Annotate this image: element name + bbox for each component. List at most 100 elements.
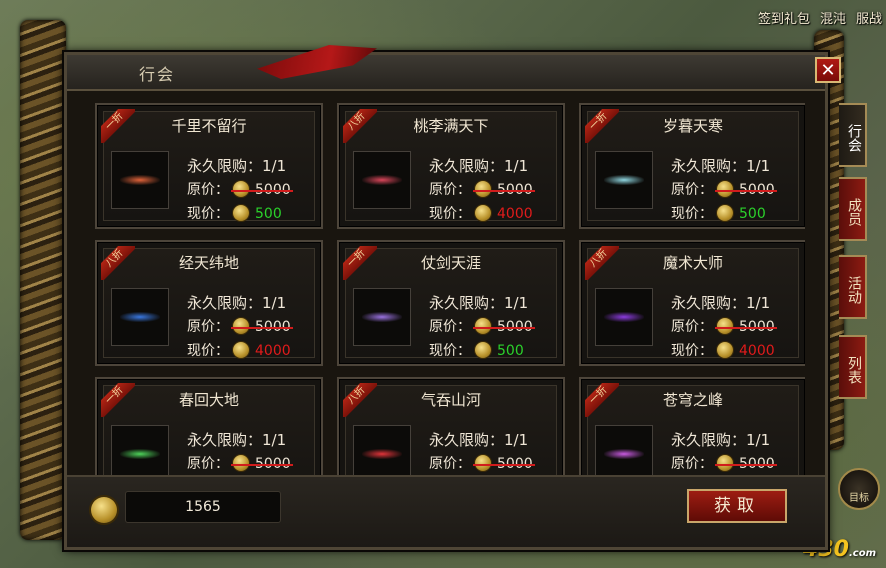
original-price-value: 5000	[497, 456, 533, 472]
shop-card[interactable]: 一折 苍穹之峰 永久限购：1/1 原价：5000 现价：	[579, 377, 805, 475]
left-dragon-ornament	[20, 20, 66, 540]
purchase-limit: 永久限购：1/1	[429, 157, 529, 175]
original-price-row: 原价： 5000	[187, 453, 291, 473]
current-price-value: 500	[497, 343, 524, 359]
original-price-label: 原价：	[429, 456, 471, 472]
title-name: 仗剑天涯	[420, 254, 481, 272]
shop-card[interactable]: 一折 岁暮天寒 永久限购：1/1 原价： 5000 现价： 500	[579, 103, 805, 229]
get-button[interactable]: 获取	[687, 489, 787, 523]
panel-titlebar[interactable]: 行会	[67, 45, 825, 91]
original-price-label: 原价：	[671, 456, 713, 472]
shop-card[interactable]: 八折 桃李满天下 永久限购：1/1 原价： 5000 现价： 4000	[337, 103, 565, 229]
title-preview-icon	[353, 151, 411, 209]
current-price-value: 500	[255, 206, 282, 222]
current-price-value: 500	[739, 206, 766, 222]
original-price-label: 原价：	[671, 319, 713, 335]
current-price-row: 现价： 4000	[671, 340, 775, 360]
title-name: 桃李满天下	[413, 117, 489, 135]
guild-shop-panel: 行会 ✕ 行会 成员 活动 列表 一折 千里不留行 永久限购：1/1 原价： 50…	[64, 45, 867, 550]
original-price-row: 原价： 5000	[671, 316, 775, 336]
current-price-value: 4000	[255, 343, 291, 359]
tab-members-label: 成员	[846, 198, 862, 226]
gold-coin-icon	[475, 318, 491, 334]
panel-title: 行会	[139, 65, 176, 84]
target-button[interactable]: 目标	[838, 468, 880, 510]
original-price-value: 5000	[255, 182, 291, 198]
tab-guild[interactable]: 行会	[839, 103, 867, 167]
server-battle-link[interactable]: 服战	[856, 8, 882, 27]
title-preview-icon	[595, 288, 653, 346]
gold-coin-icon	[475, 342, 491, 358]
original-price-value: 5000	[255, 456, 291, 472]
tab-guild-label: 行会	[846, 124, 862, 152]
current-price-value: 4000	[497, 206, 533, 222]
purchase-limit: 永久限购：1/1	[429, 294, 529, 312]
purchase-limit: 永久限购：1/1	[671, 157, 771, 175]
shop-card[interactable]: 八折 经天纬地 永久限购：1/1 原价： 5000 现价： 4000	[95, 240, 323, 366]
title-preview-icon	[111, 151, 169, 209]
original-price-label: 原价：	[187, 319, 229, 335]
gold-coin-icon	[717, 181, 733, 197]
tab-activity-label: 活动	[846, 276, 862, 304]
title-name: 魔术大师	[662, 254, 723, 272]
gold-coin-icon	[717, 318, 733, 334]
title-preview-icon	[595, 425, 653, 475]
original-price-value: 5000	[739, 319, 775, 335]
current-price-label: 现价：	[187, 343, 229, 359]
title-name: 春回大地	[178, 391, 239, 409]
shop-card[interactable]: 一折 千里不留行 永久限购：1/1 原价： 5000 现价： 500	[95, 103, 323, 229]
gold-coin-icon	[233, 342, 249, 358]
shop-card[interactable]: 一折 仗剑天涯 永久限购：1/1 原价： 5000 现价： 500	[337, 240, 565, 366]
balance-display: 1565	[125, 491, 281, 523]
gold-coin-icon	[475, 205, 491, 221]
original-price-row: 原价： 5000	[187, 179, 291, 199]
title-preview-icon	[111, 425, 169, 475]
current-price-label: 现价：	[671, 206, 713, 222]
title-preview-icon	[353, 425, 411, 475]
original-price-row: 原价： 5000	[429, 179, 533, 199]
sign-in-gift-link[interactable]: 签到礼包	[758, 8, 810, 27]
title-name: 经天纬地	[178, 254, 239, 272]
current-price-label: 现价：	[429, 206, 471, 222]
original-price-label: 原价：	[187, 456, 229, 472]
original-price-row: 原价： 5000	[429, 453, 533, 473]
tab-members[interactable]: 成员	[839, 177, 867, 241]
original-price-value: 5000	[255, 319, 291, 335]
original-price-value: 5000	[739, 182, 775, 198]
original-price-value: 5000	[739, 456, 775, 472]
gold-coin-icon	[475, 455, 491, 471]
original-price-row: 原价： 5000	[671, 179, 775, 199]
close-button[interactable]: ✕	[815, 57, 841, 83]
gold-coin-icon	[233, 181, 249, 197]
purchase-limit: 永久限购：1/1	[187, 157, 287, 175]
title-preview-icon	[595, 151, 653, 209]
current-price-label: 现价：	[429, 343, 471, 359]
original-price-value: 5000	[497, 319, 533, 335]
tab-activity[interactable]: 活动	[839, 255, 867, 319]
bottom-bar: 1565 获取	[67, 475, 825, 547]
top-menu: 签到礼包 混沌 服战	[758, 6, 886, 28]
gold-coin-icon	[233, 205, 249, 221]
chaos-link[interactable]: 混沌	[820, 8, 846, 27]
shop-card[interactable]: 八折 魔术大师 永久限购：1/1 原价： 5000 现价： 4000	[579, 240, 805, 366]
original-price-row: 原价： 5000	[671, 453, 775, 473]
original-price-row: 原价： 5000	[187, 316, 291, 336]
current-price-row: 现价： 500	[671, 203, 766, 223]
original-price-label: 原价：	[671, 182, 713, 198]
original-price-value: 5000	[497, 182, 533, 198]
tab-list[interactable]: 列表	[839, 335, 867, 399]
title-name: 千里不留行	[171, 117, 247, 135]
shop-card[interactable]: 八折 气吞山河 永久限购：1/1 原价：5000 现价：	[337, 377, 565, 475]
current-price-value: 4000	[739, 343, 775, 359]
gold-coin-icon	[717, 455, 733, 471]
title-name: 岁暮天寒	[662, 117, 723, 135]
tab-list-label: 列表	[846, 356, 862, 384]
purchase-limit: 永久限购：1/1	[187, 431, 287, 449]
title-name: 气吞山河	[420, 391, 481, 409]
current-price-row: 现价： 4000	[187, 340, 291, 360]
shop-card[interactable]: 一折 春回大地 永久限购：1/1 原价：5000 现价：	[95, 377, 323, 475]
original-price-label: 原价：	[187, 182, 229, 198]
current-price-row: 现价： 500	[187, 203, 282, 223]
gold-coin-icon	[717, 205, 733, 221]
gold-coin-icon	[233, 455, 249, 471]
